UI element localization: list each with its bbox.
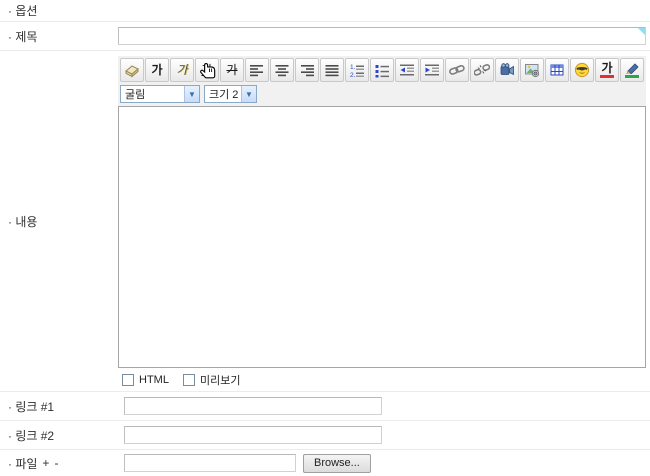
html-mode-label: HTML xyxy=(139,374,169,386)
file-label: · 파일 + - xyxy=(0,450,118,476)
align-center-button[interactable] xyxy=(270,58,294,82)
link-icon xyxy=(449,64,465,75)
option-label: · 옵션 xyxy=(8,4,38,18)
row-link1: · 링크 #1 xyxy=(0,392,650,421)
file-remove-button[interactable]: - xyxy=(54,456,58,470)
title-input-wrap xyxy=(118,27,646,45)
row-content: · 내용 가 가 가 가 1. 2. 가 굴림 ▼ 크기 2 ▼ HTML 미리… xyxy=(0,51,650,392)
underline-glyph: 가 xyxy=(201,63,213,77)
pencil-icon xyxy=(626,62,639,74)
row-option: · 옵션 xyxy=(0,0,650,22)
bold-glyph: 가 xyxy=(151,63,163,77)
align-left-button[interactable] xyxy=(245,58,269,82)
row-title: · 제목 xyxy=(0,22,650,51)
align-justify-icon xyxy=(325,65,339,77)
unlink-icon xyxy=(474,64,490,76)
editor-toolbar: 가 가 가 가 1. 2. 가 xyxy=(118,56,646,84)
font-family-select[interactable]: 굴림 ▼ xyxy=(120,85,200,103)
table-button[interactable] xyxy=(545,58,569,82)
font-color-bar xyxy=(600,75,614,78)
eraser-icon xyxy=(125,65,139,78)
unordered-list-button[interactable] xyxy=(370,58,394,82)
file-label-text: · 파일 xyxy=(8,456,38,471)
indent-icon xyxy=(425,64,439,76)
underline-button[interactable]: 가 xyxy=(195,58,219,82)
ordered-list-icon: 1. 2. xyxy=(350,64,364,78)
align-right-icon xyxy=(301,65,314,77)
editor-content-area[interactable] xyxy=(118,106,646,368)
highlight-button[interactable] xyxy=(620,58,644,82)
editor-select-bar: 굴림 ▼ 크기 2 ▼ xyxy=(118,84,646,106)
image-icon xyxy=(525,64,540,78)
post-editor-form: · 옵션 · 제목 · 내용 가 가 가 가 1. 2. 가 굴림 ▼ 크기 2… xyxy=(0,0,650,476)
emoticon-icon xyxy=(574,62,590,78)
link1-input[interactable] xyxy=(124,397,382,415)
link2-input[interactable] xyxy=(124,426,382,444)
rich-text-editor: 가 가 가 가 1. 2. 가 굴림 ▼ 크기 2 ▼ HTML 미리보기 xyxy=(118,56,646,392)
chevron-down-icon: ▼ xyxy=(241,86,256,102)
checkbox-icon[interactable] xyxy=(122,374,134,386)
emoticon-button[interactable] xyxy=(570,58,594,82)
file-path-input[interactable] xyxy=(124,454,296,472)
bold-button[interactable]: 가 xyxy=(145,58,169,82)
media-button[interactable] xyxy=(495,58,519,82)
option-field xyxy=(118,0,650,21)
italic-glyph: 가 xyxy=(176,63,188,77)
checkbox-icon[interactable] xyxy=(182,374,195,386)
italic-button[interactable]: 가 xyxy=(170,58,194,82)
preview-mode-checkbox[interactable]: 미리보기 xyxy=(182,372,241,388)
link2-label: · 링크 #2 xyxy=(8,428,55,443)
font-color-button[interactable]: 가 xyxy=(595,58,619,82)
align-right-button[interactable] xyxy=(295,58,319,82)
font-size-select[interactable]: 크기 2 ▼ xyxy=(204,85,257,103)
remove-format-button[interactable] xyxy=(120,58,144,82)
media-icon xyxy=(500,63,514,76)
chevron-down-icon: ▼ xyxy=(184,86,199,102)
editor-mode-checkboxes: HTML 미리보기 xyxy=(118,368,646,392)
browse-button[interactable]: Browse... xyxy=(303,453,371,473)
row-file: · 파일 + - Browse... xyxy=(0,450,650,476)
svg-text:1.: 1. xyxy=(350,64,356,71)
outdent-button[interactable] xyxy=(395,58,419,82)
unordered-list-icon xyxy=(375,65,389,78)
font-color-glyph: 가 xyxy=(601,61,613,75)
align-center-icon xyxy=(275,65,289,77)
link1-label: · 링크 #1 xyxy=(8,399,55,414)
align-justify-button[interactable] xyxy=(320,58,344,82)
outdent-icon xyxy=(400,64,414,76)
strikethrough-button[interactable]: 가 xyxy=(220,58,244,82)
unlink-button[interactable] xyxy=(470,58,494,82)
indent-button[interactable] xyxy=(420,58,444,82)
tooltip-corner-marker xyxy=(638,28,645,35)
title-input[interactable] xyxy=(118,27,646,45)
preview-mode-label: 미리보기 xyxy=(199,375,241,387)
html-mode-checkbox[interactable]: HTML xyxy=(122,374,169,386)
row-link2: · 링크 #2 xyxy=(0,421,650,450)
ordered-list-button[interactable]: 1. 2. xyxy=(345,58,369,82)
strikethrough-glyph: 가 xyxy=(226,63,238,77)
link-button[interactable] xyxy=(445,58,469,82)
highlight-color-bar xyxy=(625,74,639,78)
file-add-button[interactable]: + xyxy=(42,456,49,470)
font-family-value: 굴림 xyxy=(125,89,146,101)
title-label: · 제목 xyxy=(8,29,38,44)
table-icon xyxy=(550,64,564,76)
image-button[interactable] xyxy=(520,58,544,82)
align-left-icon xyxy=(250,65,263,77)
svg-text:2.: 2. xyxy=(350,72,356,78)
content-label: · 내용 xyxy=(8,215,38,229)
font-size-value: 크기 2 xyxy=(209,89,239,101)
